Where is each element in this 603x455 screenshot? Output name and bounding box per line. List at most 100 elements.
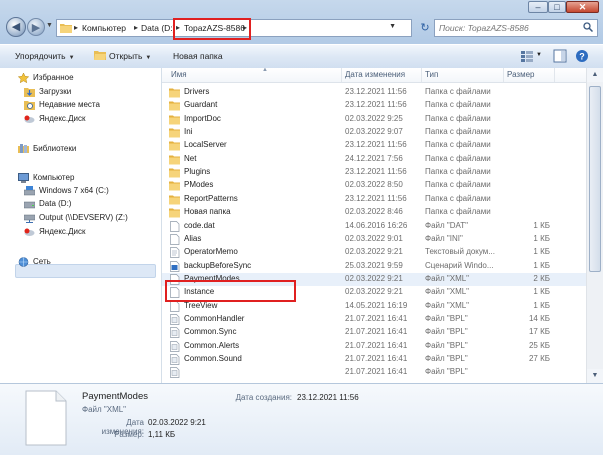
file-size: 1 КБ [533, 300, 550, 310]
file-type: Сценарий Windo... [425, 260, 494, 270]
vertical-scrollbar[interactable]: ▲ ▼ [586, 68, 603, 383]
column-header-date[interactable]: Дата изменения [345, 70, 405, 79]
folder-icon [169, 155, 180, 165]
file-row[interactable]: Guardant 23.12.2021 11:56 Папка с файлами [162, 99, 586, 112]
file-icon [170, 300, 180, 312]
file-date-modified: 24.12.2021 7:56 [345, 153, 403, 163]
new-folder-button[interactable]: Новая папка [173, 51, 223, 61]
navigation-pane: Избранное Загрузки Недавние места Яндекс… [0, 68, 162, 383]
svg-text:?: ? [579, 52, 585, 62]
file-row[interactable]: OperatorMemo 02.03.2022 9:21 Текстовый док… [162, 246, 586, 259]
breadcrumb-separator-icon: ▸ [74, 23, 79, 32]
file-row[interactable]: Ini 02.03.2022 9:07 Папка с файлами [162, 126, 586, 139]
details-created-label: Дата создания: [235, 393, 292, 402]
sort-arrow-icon: ▲ [262, 68, 268, 73]
details-file-type: Файл "XML" [82, 405, 127, 414]
column-divider[interactable] [341, 68, 342, 82]
minimize-button[interactable]: – [528, 1, 548, 13]
nav-item-label: Яндекс.Диск [39, 227, 86, 236]
file-name: Plugins [184, 167, 211, 177]
column-header-type[interactable]: Тип [425, 70, 438, 79]
nav-item-label: Output (\\DEVSERV) (Z:) [39, 213, 128, 222]
folder-icon [169, 141, 180, 151]
organize-menu[interactable]: Упорядочить ▼ [15, 51, 75, 61]
file-name: Новая папка [184, 207, 231, 217]
back-button[interactable]: ◀ [6, 17, 26, 37]
column-divider[interactable] [421, 68, 422, 82]
file-icon [170, 220, 180, 232]
scroll-down-arrow-icon[interactable]: ▼ [587, 369, 603, 383]
file-date-modified: 21.07.2021 16:41 [345, 367, 408, 377]
forward-button[interactable]: ▶ [27, 18, 45, 36]
close-button[interactable]: ✕ [566, 1, 599, 13]
scroll-up-arrow-icon[interactable]: ▲ [587, 68, 603, 82]
folder-icon [169, 101, 180, 111]
file-row[interactable]: Alias 02.03.2022 9:01 Файл "INI" 1 КБ [162, 233, 586, 246]
file-row[interactable]: PModes 02.03.2022 8:50 Папка с файлами [162, 179, 586, 192]
file-date-modified: 23.12.2021 11:56 [345, 87, 407, 96]
file-size: 1 КБ [533, 247, 550, 257]
breadcrumb-data-drive[interactable]: Data (D:) [141, 23, 175, 33]
file-name: Drivers [184, 87, 210, 96]
file-row[interactable]: ReportPatterns 23.12.2021 11:56 Папка с фа… [162, 193, 586, 206]
file-size: 1 КБ [533, 220, 550, 230]
preview-pane-icon[interactable] [553, 49, 567, 63]
nav-item-label: Недавние места [39, 100, 100, 109]
file-row[interactable]: Net 24.12.2021 7:56 Папка с файлами [162, 153, 586, 166]
recent-pages-dropdown[interactable]: ▼ [46, 22, 53, 29]
search-input[interactable] [439, 21, 577, 35]
file-date-modified: 21.07.2021 16:41 [345, 340, 408, 350]
details-file-name: PaymentModes [82, 391, 149, 402]
details-pane: PaymentModes Файл "XML" Дата изменения: … [0, 383, 603, 455]
network-icon [18, 257, 29, 267]
details-size-label: Размер: [114, 430, 144, 439]
file-type: Файл "XML" [425, 300, 470, 310]
scrollbar-thumb[interactable] [589, 86, 601, 272]
file-size: 27 КБ [528, 354, 550, 363]
breadcrumb-separator-icon[interactable]: ▸ [134, 23, 138, 32]
file-row[interactable]: ImportDoc 02.03.2022 9:25 Папка с файлами [162, 113, 586, 126]
view-options-icon[interactable] [520, 49, 534, 63]
file-type: Файл "BPL" [425, 313, 468, 323]
file-row[interactable]: Common.Alerts 21.07.2021 16:41 Файл "BPL" 2… [162, 340, 586, 353]
file-date-modified: 02.03.2022 8:50 [345, 180, 403, 190]
column-header-name[interactable]: Имя [171, 70, 187, 79]
open-label: Открыть [109, 51, 143, 61]
file-type: Файл "XML" [425, 287, 470, 297]
bpl-file-icon [170, 367, 180, 379]
column-divider[interactable] [503, 68, 504, 82]
maximize-button[interactable]: □ [548, 1, 566, 13]
refresh-button[interactable]: ↻ [418, 20, 432, 36]
bpl-file-icon [170, 354, 180, 365]
nav-item-label: Windows 7 x64 (C:) [39, 186, 109, 195]
file-row[interactable]: Plugins 23.12.2021 11:56 Папка с файлами [162, 166, 586, 179]
open-button[interactable]: Открыть ▼ [109, 51, 151, 61]
file-row[interactable]: Common.Sound 21.07.2021 16:41 Файл "BPL" 27… [162, 353, 586, 366]
folder-icon [169, 128, 180, 138]
file-row[interactable]: CommonHandler 21.07.2021 16:41 Файл "BPL" 1… [162, 313, 586, 326]
command-bar: Упорядочить ▼ Открыть ▼ Новая папка ▼ ? [0, 44, 603, 69]
file-date-modified: 02.03.2022 9:25 [345, 113, 403, 123]
file-row[interactable]: LocalServer 23.12.2021 11:56 Папка с файла… [162, 139, 586, 152]
nav-computer-label: Компьютер [33, 173, 75, 182]
view-dropdown-chevron-icon[interactable]: ▼ [536, 52, 542, 58]
search-box[interactable] [434, 19, 598, 37]
file-row[interactable]: Новая папка 02.03.2022 8:46 Папка с файлам… [162, 206, 586, 219]
file-row[interactable]: 21.07.2021 16:41 Файл "BPL" [162, 366, 586, 379]
file-row[interactable]: Common.Sync 21.07.2021 16:41 Файл "BPL" 17 … [162, 326, 586, 339]
file-date-modified: 14.05.2021 16:19 [345, 300, 408, 310]
file-row[interactable]: code.dat 14.06.2016 16:26 Файл "DAT" 1 КБ [162, 220, 586, 233]
highlight-box-selected-file [165, 280, 296, 302]
column-headers: Имя ▲ Дата изменения Тип Размер [162, 68, 586, 83]
file-name: ReportPatterns [184, 193, 238, 203]
file-row[interactable]: Drivers 23.12.2021 11:56 Папка с файлами [162, 86, 586, 99]
address-history-dropdown[interactable]: ▼ [389, 23, 396, 30]
details-size-value: 1,11 КБ [148, 430, 176, 439]
file-size: 1 КБ [533, 287, 550, 297]
file-row[interactable]: backupBeforeSync 25.03.2021 9:59 Сценарий … [162, 260, 586, 273]
column-divider[interactable] [554, 68, 555, 82]
breadcrumb-computer[interactable]: Компьютер [82, 23, 126, 33]
nav-favorites-label: Избранное [33, 73, 74, 82]
help-icon[interactable]: ? [575, 49, 589, 63]
column-header-size[interactable]: Размер [507, 70, 535, 79]
